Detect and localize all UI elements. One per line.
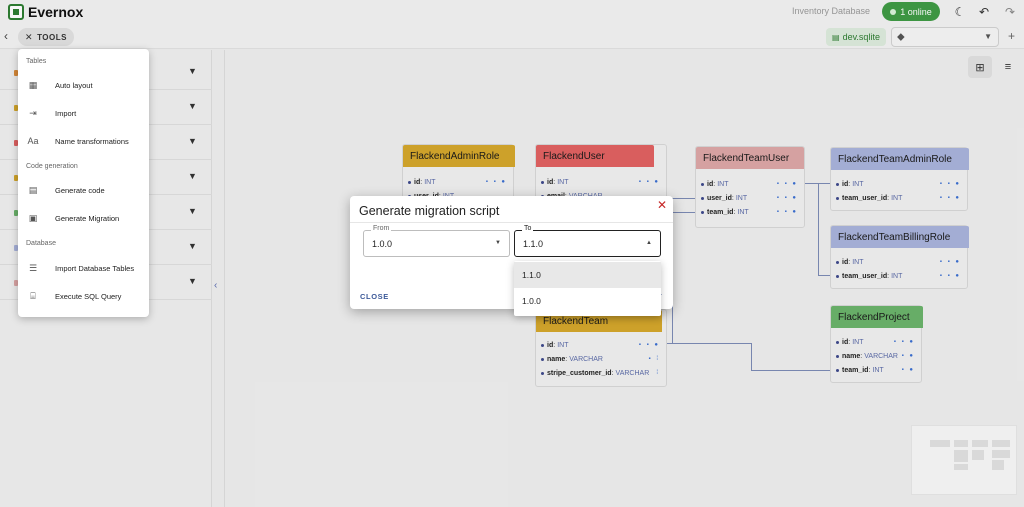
- menu-item-name-transformations[interactable]: Aa Name transformations: [18, 129, 149, 153]
- menu-item-label: Generate Migration: [55, 213, 120, 223]
- dialog-title: Generate migration script: [359, 204, 500, 218]
- close-icon[interactable]: ✕: [655, 198, 669, 212]
- menu-item-label: Import Database Tables: [55, 263, 135, 273]
- migration-icon: ▣: [28, 212, 38, 223]
- to-version-select[interactable]: To 1.1.0 ▲: [514, 225, 661, 257]
- import-icon: ⇥: [29, 107, 37, 118]
- to-label: To: [522, 225, 534, 232]
- menu-item-auto-layout[interactable]: ▦ Auto layout: [18, 73, 149, 97]
- menu-item-generate-code[interactable]: ▤ Generate code: [18, 178, 149, 202]
- menu-item-label: Generate code: [55, 185, 105, 195]
- close-button[interactable]: CLOSE: [360, 292, 389, 301]
- from-version-select[interactable]: From 1.0.0 ▼: [363, 225, 510, 257]
- tools-menu: Tables ▦ Auto layout ⇥ Import Aa Name tr…: [18, 49, 149, 317]
- menu-item-label: Name transformations: [55, 136, 129, 146]
- menu-section-tables: Tables: [26, 58, 47, 65]
- from-value: 1.0.0: [372, 239, 393, 249]
- from-label: From: [371, 225, 392, 232]
- menu-item-import[interactable]: ⇥ Import: [18, 101, 149, 125]
- option-1-0-0[interactable]: 1.0.0: [514, 288, 661, 314]
- dialog-divider: [350, 222, 673, 223]
- to-value: 1.1.0: [523, 239, 544, 249]
- chevron-down-icon: ▼: [495, 240, 501, 246]
- menu-item-label: Execute SQL Query: [55, 291, 122, 301]
- query-icon: ⌸: [30, 290, 36, 301]
- menu-section-code-generation: Code generation: [26, 163, 78, 170]
- code-file-icon: ▤: [28, 184, 38, 195]
- menu-section-database: Database: [26, 240, 56, 247]
- menu-item-execute-sql-query[interactable]: ⌸ Execute SQL Query: [18, 284, 149, 308]
- menu-item-label: Import: [55, 108, 77, 118]
- menu-item-import-database-tables[interactable]: ☰ Import Database Tables: [18, 256, 149, 280]
- grid-icon: ▦: [28, 79, 38, 90]
- menu-item-label: Auto layout: [55, 80, 93, 90]
- menu-item-generate-migration[interactable]: ▣ Generate Migration: [18, 206, 149, 230]
- option-1-1-0[interactable]: 1.1.0: [514, 262, 661, 288]
- database-icon: ☰: [28, 262, 38, 273]
- text-format-icon: Aa: [27, 136, 39, 146]
- to-version-options: 1.1.0 1.0.0: [514, 261, 661, 316]
- chevron-up-icon: ▲: [646, 240, 652, 246]
